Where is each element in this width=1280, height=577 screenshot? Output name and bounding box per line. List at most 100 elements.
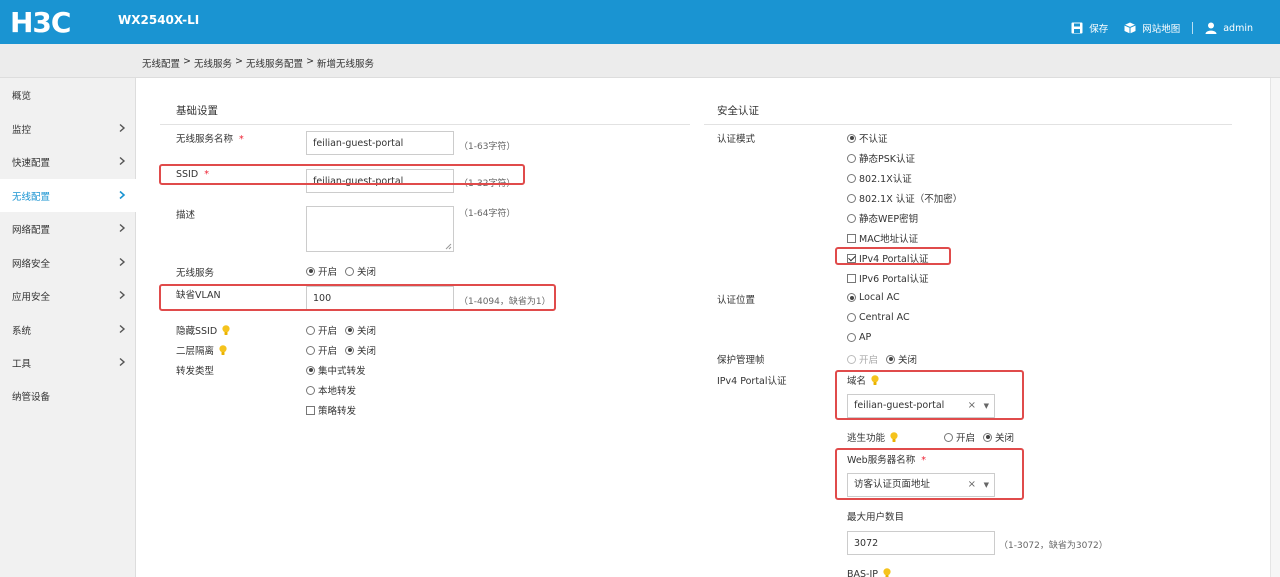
checkbox-label: MAC地址认证 (859, 234, 919, 245)
select-value: feilian-guest-portal (854, 400, 945, 411)
required-mark: * (921, 455, 926, 466)
breadcrumb-item[interactable]: 无线服务配置 (246, 56, 303, 70)
auth-8021x-noenc-radio[interactable] (847, 193, 856, 203)
clear-icon[interactable]: × (968, 474, 976, 496)
default-vlan-label: 缺省VLAN (176, 290, 221, 301)
sidebar-item-system[interactable]: 系统 (0, 313, 136, 346)
sidebar-item-network-security[interactable]: 网络安全 (0, 246, 136, 279)
service-name-input[interactable] (306, 131, 454, 155)
mgmt-frame-label: 保护管理帧 (717, 355, 765, 366)
forward-local-option[interactable]: 本地转发 (306, 383, 356, 397)
service-name-label: 无线服务名称 * (176, 131, 244, 145)
mgmt-frame-off-radio[interactable] (886, 354, 896, 364)
domain-select[interactable]: feilian-guest-portal × ▼ (847, 394, 995, 418)
user-menu[interactable]: admin (1205, 22, 1253, 34)
auth-wep-option[interactable]: 静态WEP密钥 (847, 211, 918, 225)
tip-bulb-icon[interactable] (219, 345, 227, 356)
sidebar-item-monitor[interactable]: 监控 (0, 112, 136, 145)
loc-central-option[interactable]: Central AC (847, 312, 910, 323)
auth-ipv4-portal-option[interactable]: IPv4 Portal认证 (847, 251, 929, 265)
loc-local-option[interactable]: Local AC (847, 292, 900, 303)
hide-ssid-off-radio[interactable] (345, 325, 355, 335)
sidebar-item-managed-devices[interactable]: 纳管设备 (0, 379, 136, 412)
tip-bulb-icon[interactable] (222, 325, 230, 336)
hide-ssid-on-radio[interactable] (306, 325, 315, 335)
clear-icon[interactable]: × (968, 395, 976, 417)
username: admin (1223, 22, 1253, 34)
caret-down-icon[interactable]: ▼ (984, 474, 989, 496)
basic-settings-title: 基础设置 (176, 105, 218, 117)
header-divider (1192, 22, 1194, 34)
forward-policy-checkbox[interactable] (306, 405, 315, 415)
escape-label: 逃生功能 (847, 430, 898, 444)
sidebar-item-app-security[interactable]: 应用安全 (0, 279, 136, 312)
l2-isolation-radio-group: 开启 关闭 (306, 343, 376, 357)
service-name-hint: （1-63字符） (459, 142, 516, 152)
auth-8021x-option[interactable]: 802.1X认证 (847, 171, 912, 185)
sitemap-button[interactable]: 网站地图 (1124, 21, 1180, 35)
chevron-right-icon (119, 290, 126, 300)
radio-label: 关闭 (995, 433, 1015, 444)
save-icon (1071, 22, 1083, 34)
auth-mac-option[interactable]: MAC地址认证 (847, 231, 918, 245)
max-users-input[interactable] (847, 531, 995, 555)
sidebar-item-wireless-config[interactable]: 无线配置 (0, 179, 136, 212)
auth-none-option[interactable]: 不认证 (847, 131, 888, 145)
vertical-scrollbar[interactable] (1270, 78, 1280, 577)
sidebar-item-quick-config[interactable]: 快速配置 (0, 145, 136, 178)
escape-on-radio[interactable] (944, 432, 953, 442)
auth-psk-option[interactable]: 静态PSK认证 (847, 151, 915, 165)
label-text: 域名 (847, 376, 867, 387)
sidebar-item-label: 监控 (12, 124, 32, 136)
tip-bulb-icon[interactable] (883, 568, 891, 577)
sidebar-item-label: 应用安全 (12, 291, 51, 303)
forward-central-radio[interactable] (306, 365, 315, 375)
sidebar-item-overview[interactable]: 概览 (0, 78, 136, 111)
forward-central-option[interactable]: 集中式转发 (306, 363, 366, 377)
auth-wep-radio[interactable] (847, 213, 856, 223)
loc-local-radio[interactable] (847, 293, 856, 302)
radio-label: 静态PSK认证 (859, 154, 915, 165)
ssid-input[interactable] (306, 169, 454, 193)
default-vlan-input[interactable] (306, 286, 454, 310)
wireless-service-on-radio[interactable] (306, 266, 315, 276)
web-server-select[interactable]: 访客认证页面地址 × ▼ (847, 473, 995, 497)
radio-label: 802.1X 认证（不加密） (859, 194, 963, 205)
escape-off-radio[interactable] (983, 432, 993, 442)
auth-ipv6-portal-checkbox[interactable] (847, 273, 856, 283)
breadcrumb-item[interactable]: 无线服务 (194, 56, 232, 70)
radio-label: AP (859, 332, 872, 343)
breadcrumb-bar: 无线配置 > 无线服务 > 无线服务配置 > 新增无线服务 (0, 44, 1280, 78)
wireless-service-off-radio[interactable] (345, 266, 355, 276)
auth-8021x-noenc-option[interactable]: 802.1X 认证（不加密） (847, 191, 962, 205)
auth-8021x-radio[interactable] (847, 173, 856, 183)
label-text: BAS-IP (847, 569, 879, 577)
device-model: WX2540X-LI (118, 13, 200, 27)
l2-isolation-on-radio[interactable] (306, 345, 315, 355)
sidebar-item-network-config[interactable]: 网络配置 (0, 212, 136, 245)
auth-psk-radio[interactable] (847, 153, 856, 163)
tip-bulb-icon[interactable] (890, 432, 898, 443)
forward-type-label: 转发类型 (176, 366, 215, 377)
auth-ipv4-portal-checkbox[interactable] (847, 253, 856, 263)
forward-local-radio[interactable] (306, 385, 315, 395)
forward-policy-option[interactable]: 策略转发 (306, 403, 356, 417)
auth-ipv6-portal-option[interactable]: IPv6 Portal认证 (847, 271, 929, 285)
auth-none-radio[interactable] (847, 133, 856, 143)
mgmt-frame-on-radio (847, 354, 856, 364)
auth-mac-checkbox[interactable] (847, 233, 856, 243)
loc-ap-option[interactable]: AP (847, 332, 871, 343)
description-textarea[interactable] (306, 206, 454, 252)
sidebar-item-tools[interactable]: 工具 (0, 346, 136, 379)
section-divider (160, 124, 690, 125)
breadcrumb-item-current: 新增无线服务 (317, 59, 375, 70)
sidebar-item-label: 快速配置 (12, 157, 51, 169)
checkbox-label: IPv4 Portal认证 (859, 254, 929, 265)
loc-central-radio[interactable] (847, 313, 856, 322)
save-button[interactable]: 保存 (1071, 21, 1108, 35)
caret-down-icon[interactable]: ▼ (984, 395, 989, 417)
tip-bulb-icon[interactable] (871, 375, 879, 386)
l2-isolation-off-radio[interactable] (345, 345, 355, 355)
breadcrumb-item[interactable]: 无线配置 (142, 56, 180, 70)
loc-ap-radio[interactable] (847, 333, 856, 342)
